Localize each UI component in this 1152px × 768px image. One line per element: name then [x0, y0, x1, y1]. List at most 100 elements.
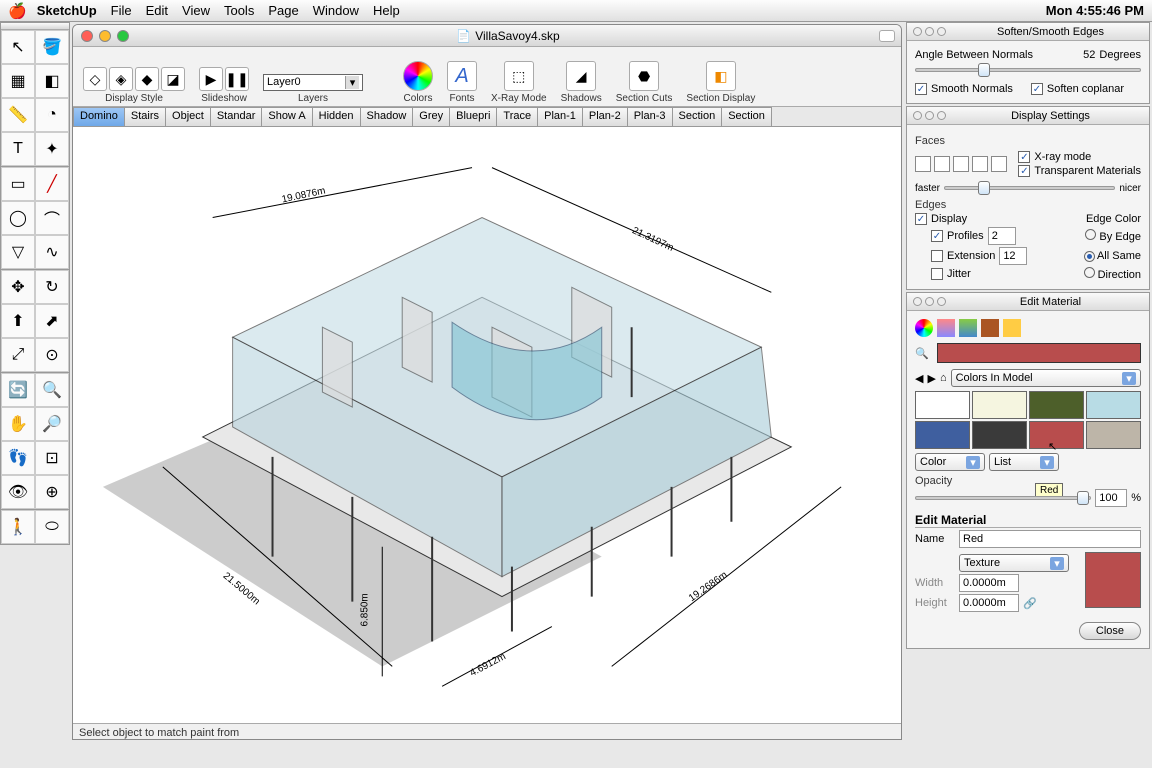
text-tool[interactable]: T [1, 132, 35, 166]
tab-object[interactable]: Object [165, 107, 211, 126]
zoom-extents-tool[interactable]: ⊡ [35, 441, 69, 475]
texture-select[interactable]: Texture▾ [959, 554, 1069, 572]
circle-tool[interactable]: ◯ [1, 201, 35, 235]
tab-section1[interactable]: Section [672, 107, 723, 126]
tab-section2[interactable]: Section [721, 107, 772, 126]
swatch[interactable] [915, 391, 970, 419]
color-library-select[interactable]: Colors In Model▾ [951, 369, 1141, 387]
extension-input[interactable] [999, 247, 1027, 265]
texture-width-input[interactable] [959, 574, 1019, 592]
scale-tool[interactable]: ⤢ [1, 338, 35, 372]
style-shaded-icon[interactable]: ◆ [135, 67, 159, 91]
swatch[interactable] [1029, 391, 1084, 419]
arc-tool[interactable]: ⌒ [35, 201, 69, 235]
menu-tools[interactable]: Tools [224, 3, 254, 18]
menu-page[interactable]: Page [268, 3, 298, 18]
menu-window[interactable]: Window [313, 3, 359, 18]
extension-checkbox[interactable] [931, 250, 943, 262]
menu-view[interactable]: View [182, 3, 210, 18]
swatch-red[interactable]: ↖ [1029, 421, 1084, 449]
walk-tool[interactable]: 👣 [1, 441, 35, 475]
tab-standar[interactable]: Standar [210, 107, 263, 126]
layer-select[interactable]: Layer0▾ [263, 74, 363, 91]
section-tool[interactable]: ⬭ [35, 510, 69, 544]
tape-tool[interactable]: 📏 [1, 98, 35, 132]
smooth-normals-checkbox[interactable]: ✓ [915, 83, 927, 95]
texture-height-input[interactable] [959, 594, 1019, 612]
search-icon[interactable]: 🔍 [915, 347, 929, 360]
close-window-icon[interactable] [81, 30, 93, 42]
section-cuts-icon[interactable]: ⬣ [629, 61, 659, 91]
jitter-checkbox[interactable] [931, 268, 943, 280]
toolbar-toggle-icon[interactable] [879, 30, 895, 42]
display-edges-checkbox[interactable]: ✓ [915, 213, 927, 225]
tab-grey[interactable]: Grey [412, 107, 450, 126]
apple-icon[interactable]: 🍎 [8, 2, 27, 20]
select-tool[interactable]: ↖ [1, 30, 35, 64]
tab-plan3[interactable]: Plan-3 [627, 107, 673, 126]
angle-slider[interactable] [915, 63, 1141, 77]
swatch[interactable] [1086, 391, 1141, 419]
rectangle-tool[interactable]: ▭ [1, 167, 35, 201]
direction-radio[interactable] [1084, 267, 1095, 278]
menu-help[interactable]: Help [373, 3, 400, 18]
tab-hidden[interactable]: Hidden [312, 107, 361, 126]
swatch[interactable] [972, 391, 1027, 419]
zoom-window-tool[interactable]: 🔎 [35, 407, 69, 441]
style-wireframe-icon[interactable]: ◇ [83, 67, 107, 91]
section-display-icon[interactable]: ◧ [706, 61, 736, 91]
window-titlebar[interactable]: 📄VillaSavoy4.skp [73, 25, 901, 47]
soften-coplanar-checkbox[interactable]: ✓ [1031, 83, 1043, 95]
offset-tool[interactable]: ⊙ [35, 338, 69, 372]
transparency-slider[interactable] [944, 181, 1115, 195]
transparent-checkbox[interactable]: ✓ [1018, 165, 1030, 177]
xray-icon[interactable]: ⬚ [504, 61, 534, 91]
opacity-slider[interactable] [915, 491, 1091, 505]
pushpull-tool[interactable]: ⬆ [1, 304, 35, 338]
material-tab-icons[interactable] [915, 319, 1141, 337]
paint-tool[interactable]: 🪣 [35, 30, 69, 64]
tab-shadow[interactable]: Shadow [360, 107, 414, 126]
tab-bluepri[interactable]: Bluepri [449, 107, 497, 126]
color-mode-select[interactable]: Color▾ [915, 453, 985, 471]
previous-tool[interactable]: ⊕ [35, 475, 69, 509]
tab-domino[interactable]: Domino [73, 107, 125, 126]
list-mode-select[interactable]: List▾ [989, 453, 1059, 471]
tab-stairs[interactable]: Stairs [124, 107, 166, 126]
line-tool[interactable]: ╱ [35, 167, 69, 201]
swatch[interactable] [915, 421, 970, 449]
freehand-tool[interactable]: ∿ [35, 235, 69, 269]
nav-fwd-icon[interactable]: ▶ [927, 372, 935, 385]
xray-checkbox[interactable]: ✓ [1018, 151, 1030, 163]
viewport-3d[interactable]: 19.0876m 21.3197m 21.5000m 19.2686m 6.85… [73, 127, 901, 723]
axes-tool[interactable]: ✦ [35, 132, 69, 166]
component-tool[interactable]: ▦ [1, 64, 35, 98]
zoom-window-icon[interactable] [117, 30, 129, 42]
menu-edit[interactable]: Edit [146, 3, 168, 18]
zoom-tool[interactable]: 🔍 [35, 373, 69, 407]
swatch[interactable] [1086, 421, 1141, 449]
tab-trace[interactable]: Trace [496, 107, 538, 126]
tab-show-a[interactable]: Show A [261, 107, 312, 126]
tab-plan2[interactable]: Plan-2 [582, 107, 628, 126]
by-edge-radio[interactable] [1085, 229, 1096, 240]
pause-icon[interactable]: ❚❚ [225, 67, 249, 91]
fonts-icon[interactable]: A [447, 61, 477, 91]
menu-file[interactable]: File [111, 3, 132, 18]
rotate-tool[interactable]: ↻ [35, 270, 69, 304]
orbit-tool[interactable]: 🔄 [1, 373, 35, 407]
profiles-checkbox[interactable]: ✓ [931, 230, 943, 242]
play-icon[interactable]: ▶ [199, 67, 223, 91]
style-hidden-icon[interactable]: ◈ [109, 67, 133, 91]
face-style-icons[interactable] [915, 156, 1007, 172]
swatch[interactable] [972, 421, 1027, 449]
profiles-input[interactable] [988, 227, 1016, 245]
nav-back-icon[interactable]: ◀ [915, 372, 923, 385]
tab-plan1[interactable]: Plan-1 [537, 107, 583, 126]
protractor-tool[interactable]: ◔ [35, 98, 69, 132]
polygon-tool[interactable]: ▽ [1, 235, 35, 269]
app-name[interactable]: SketchUp [37, 3, 97, 18]
all-same-radio[interactable] [1084, 251, 1095, 262]
home-icon[interactable]: ⌂ [940, 372, 947, 384]
followme-tool[interactable]: ⬈ [35, 304, 69, 338]
